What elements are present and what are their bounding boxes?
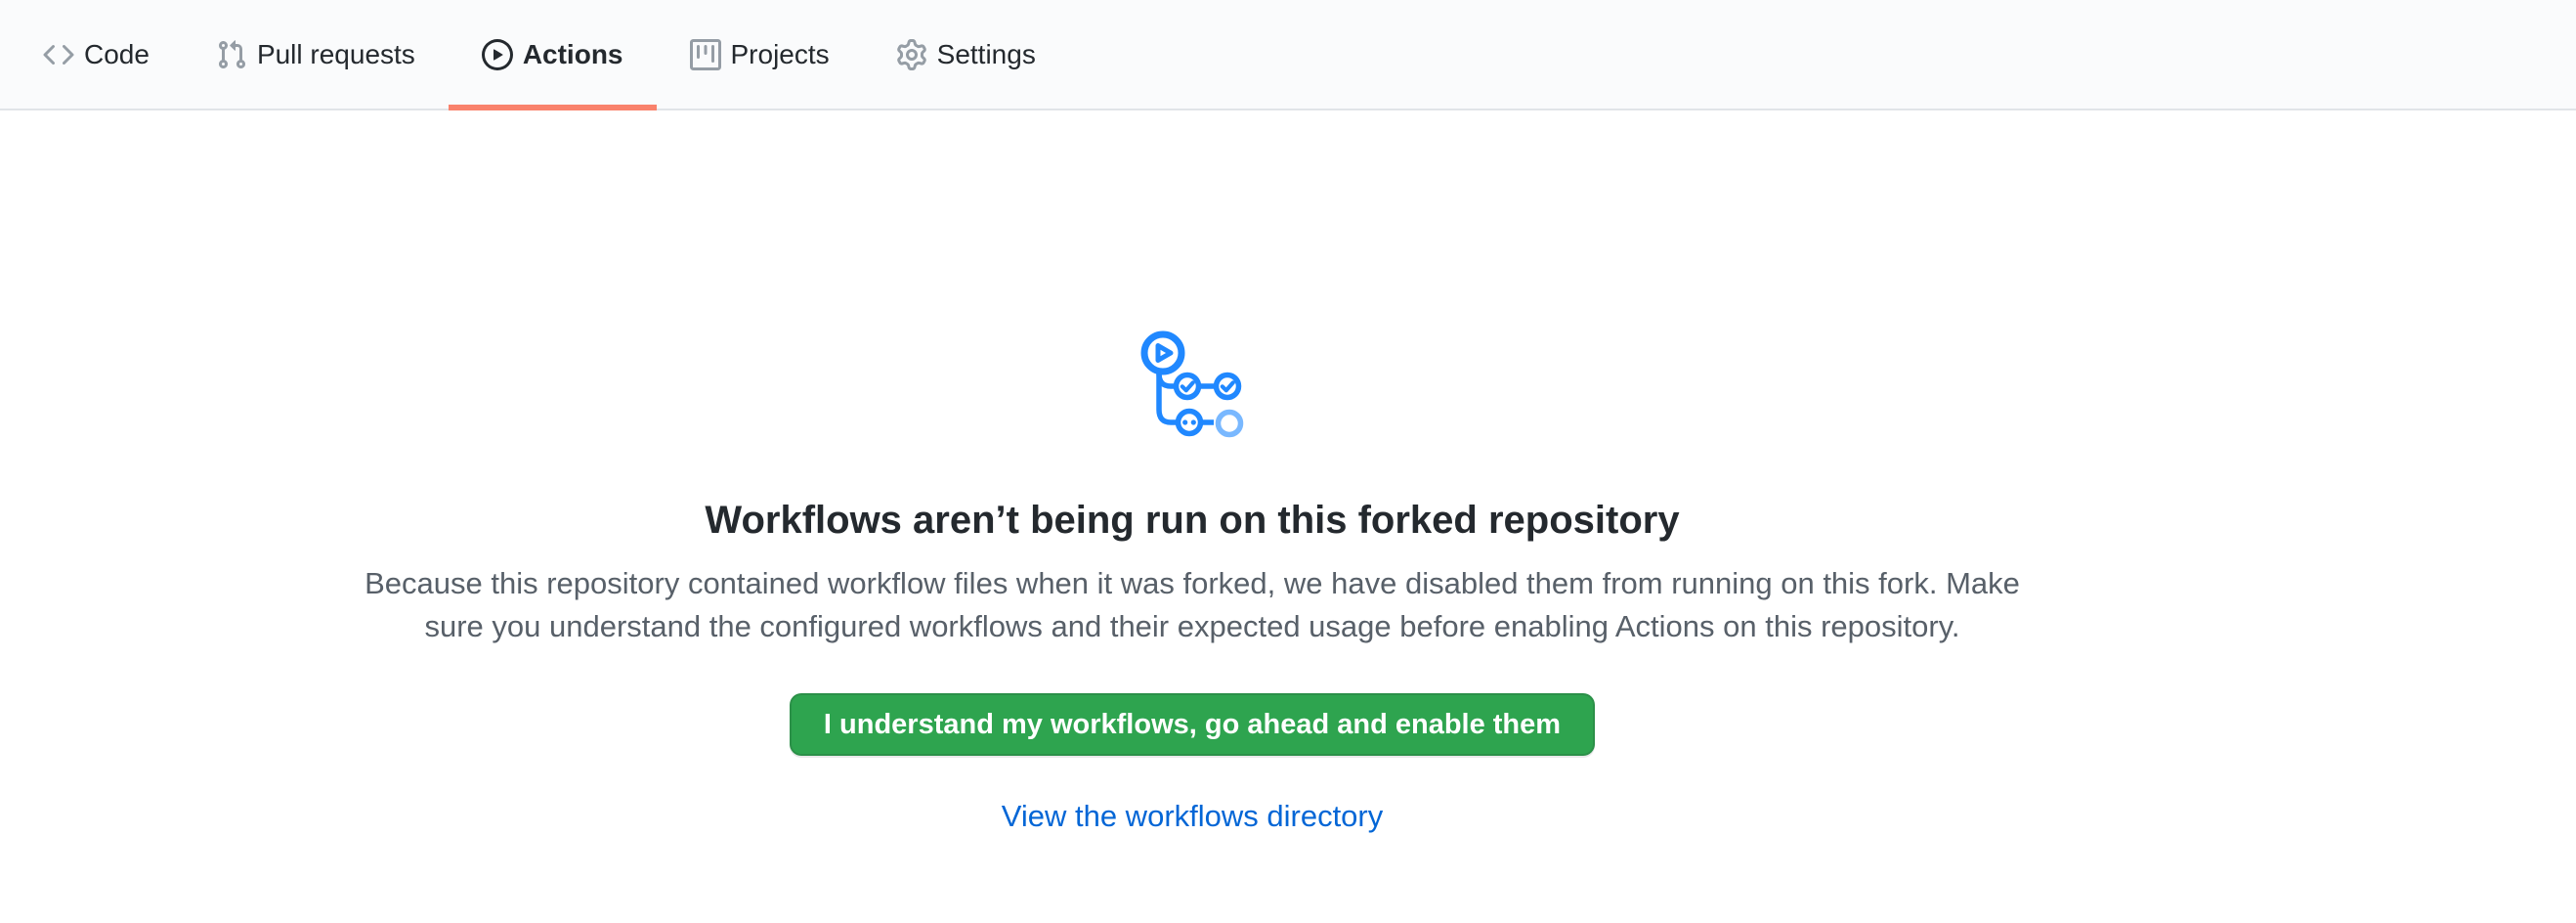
gear-icon <box>896 39 927 70</box>
tab-settings[interactable]: Settings <box>863 0 1069 109</box>
tab-projects-label: Projects <box>731 41 830 68</box>
actions-blankslate: Workflows aren’t being run on this forke… <box>0 330 2384 834</box>
repository-actions-page: Code Pull requests Actions Projects Sett <box>0 0 2576 923</box>
workflow-graph-icon <box>0 330 2384 447</box>
git-pull-request-icon <box>216 39 247 70</box>
tab-actions[interactable]: Actions <box>449 0 657 109</box>
tab-projects[interactable]: Projects <box>657 0 863 109</box>
project-icon <box>690 39 721 70</box>
tab-actions-label: Actions <box>523 41 623 68</box>
view-workflows-directory-link[interactable]: View the workflows directory <box>0 799 2384 834</box>
enable-workflows-button[interactable]: I understand my workflows, go ahead and … <box>790 693 1595 756</box>
tab-pull-requests-label: Pull requests <box>257 41 415 68</box>
tab-code-label: Code <box>84 41 150 68</box>
tab-pull-requests[interactable]: Pull requests <box>183 0 449 109</box>
blankslate-description: Because this repository contained workfl… <box>362 562 2023 648</box>
tab-settings-label: Settings <box>937 41 1036 68</box>
code-icon <box>43 39 74 70</box>
play-icon <box>482 39 513 70</box>
repo-tab-nav: Code Pull requests Actions Projects Sett <box>0 0 2576 110</box>
blankslate-heading: Workflows aren’t being run on this forke… <box>0 496 2384 545</box>
tab-code[interactable]: Code <box>10 0 183 109</box>
